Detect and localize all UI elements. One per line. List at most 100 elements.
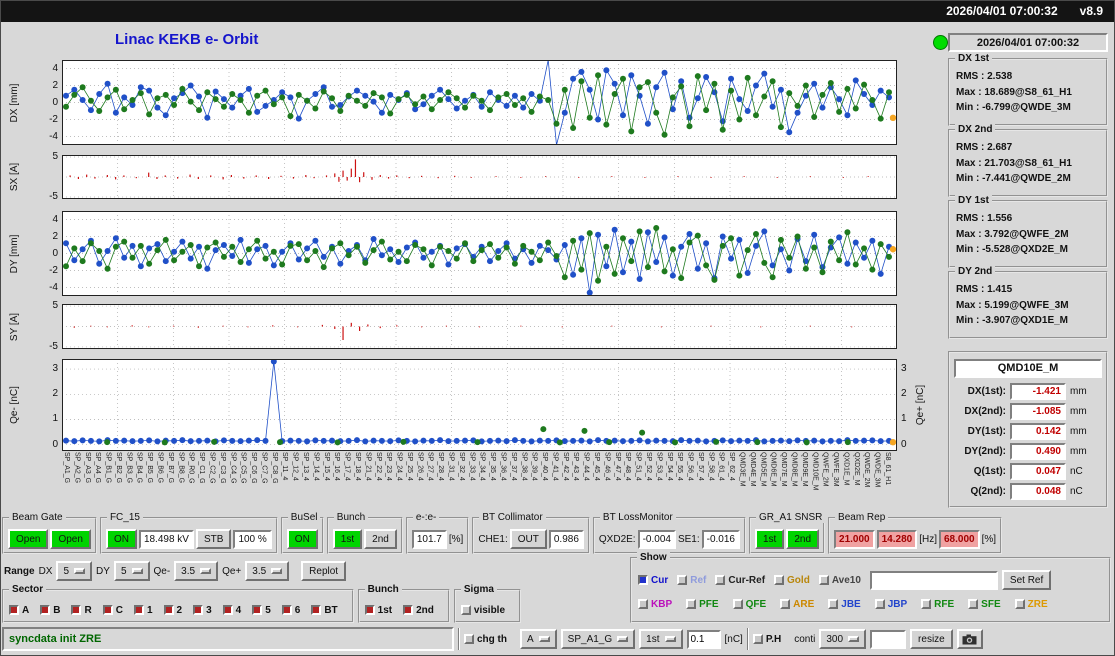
ref-name-input[interactable] bbox=[869, 570, 998, 590]
che1-out-button[interactable]: OUT bbox=[509, 529, 547, 549]
resize-button[interactable]: resize bbox=[910, 629, 953, 649]
bunch-2nd-button[interactable]: 2nd bbox=[364, 529, 397, 549]
bunch-select-dropdown[interactable]: 1st bbox=[639, 629, 683, 649]
x-tick-label: QWFE_3M bbox=[832, 452, 840, 487]
toggle-6[interactable]: 6 bbox=[281, 604, 301, 616]
toggle-gold[interactable]: Gold bbox=[774, 575, 810, 586]
beam-gate-open-2-button[interactable]: Open bbox=[50, 529, 91, 549]
range-dy-dropdown[interactable]: 5 bbox=[113, 561, 150, 581]
checkbox-indicator bbox=[163, 605, 174, 615]
toggle-jbe[interactable]: JBE bbox=[828, 599, 861, 610]
bunch-select-label: Bunch bbox=[364, 584, 402, 595]
busel-on-button[interactable]: ON bbox=[286, 529, 318, 549]
toggle-c[interactable]: C bbox=[102, 605, 123, 616]
range-qem-dropdown[interactable]: 3.5 bbox=[174, 561, 219, 581]
beam-gate-open-1-button[interactable]: Open bbox=[8, 529, 49, 549]
extra-input[interactable] bbox=[870, 629, 907, 649]
toggle-kbp[interactable]: KBP bbox=[638, 599, 672, 610]
ee-ratio-unit: [%] bbox=[448, 533, 464, 545]
toggle-sfe[interactable]: SFE bbox=[968, 599, 1001, 610]
toggle-label: 6 bbox=[294, 604, 301, 616]
conti-label: conti bbox=[794, 633, 816, 645]
toggle-qfe[interactable]: QFE bbox=[732, 599, 766, 610]
x-tick-label: SP_C2_G bbox=[208, 452, 216, 484]
toggle-jbp[interactable]: JBP bbox=[874, 599, 907, 610]
toggle-zre[interactable]: ZRE bbox=[1014, 599, 1048, 610]
toggle-cur[interactable]: Cur bbox=[638, 575, 668, 586]
checkbox-indicator bbox=[638, 575, 648, 585]
fc15-stb-button[interactable]: STB bbox=[195, 529, 232, 549]
monitor-unit: nC bbox=[1070, 486, 1083, 497]
monitor-value: 0.490 bbox=[1010, 443, 1066, 460]
toggle-cur-ref[interactable]: Cur-Ref bbox=[715, 575, 765, 586]
x-tick-label: SP_18_4 bbox=[353, 452, 361, 481]
stat-rms: RMS : 2.538 bbox=[956, 71, 1013, 82]
replot-button[interactable]: Replot bbox=[301, 561, 347, 581]
toggle-ave10[interactable]: Ave10 bbox=[818, 575, 861, 586]
toggle-pfe[interactable]: PFE bbox=[686, 599, 719, 610]
y-tick-label: 0 bbox=[52, 247, 58, 259]
stat-group-label: DX 2nd bbox=[955, 124, 996, 135]
range-dy-label: DY bbox=[96, 565, 110, 577]
snsr-2nd-button[interactable]: 2nd bbox=[786, 529, 820, 549]
x-tick-label: SP_C7_G bbox=[260, 452, 268, 484]
toggle-visible[interactable]: visible bbox=[460, 605, 505, 616]
toggle-r[interactable]: R bbox=[71, 605, 92, 616]
toggle-5[interactable]: 5 bbox=[252, 605, 271, 616]
toggle-label: B bbox=[53, 604, 61, 616]
toggle-4[interactable]: 4 bbox=[222, 605, 241, 616]
toggle-3[interactable]: 3 bbox=[193, 605, 212, 616]
x-tick-label: QWDE_3M bbox=[873, 452, 881, 488]
dropdown-mark-icon bbox=[131, 568, 143, 574]
beam-rep-value-2: 14.280 bbox=[876, 529, 918, 549]
status-timestamp: 2026/04/01 07:00:32 bbox=[948, 33, 1108, 52]
range-qep-dropdown[interactable]: 3.5 bbox=[245, 561, 290, 581]
bpm-select-dropdown[interactable]: SP_A1_G bbox=[560, 629, 636, 649]
x-tick-label: SP_42_4 bbox=[561, 452, 569, 481]
bpm-select-value: SP_A1_G bbox=[567, 633, 613, 645]
camera-button[interactable] bbox=[956, 629, 983, 649]
x-tick-label: SP_43_4 bbox=[572, 452, 580, 481]
x-tick-label: SP_26_4 bbox=[416, 452, 424, 481]
bunch-select-value: 1st bbox=[646, 633, 660, 645]
threshold-input[interactable] bbox=[686, 629, 721, 649]
fc15-group: FC_15 ON 18.498 kV STB 100 % bbox=[99, 512, 278, 554]
toggle-p-h[interactable]: P.H bbox=[752, 634, 781, 645]
x-tick-label: SP_45_4 bbox=[593, 452, 600, 481]
x-tick-label: QWDE_2M bbox=[863, 452, 871, 488]
toggle-1[interactable]: 1 bbox=[133, 605, 153, 616]
checkbox-indicator bbox=[102, 605, 113, 615]
monitor-row: Q(1st): 0.047 nC bbox=[954, 463, 1102, 480]
toggle-chg-th[interactable]: chg th bbox=[464, 634, 507, 645]
plot-qe: Qe- [nC] 3 2 1 0 3 2 1 0 Qe+ [nC] bbox=[4, 359, 944, 451]
bt-lossmonitor-group: BT LossMonitor QXD2E: -0.004 SE1: -0.016 bbox=[592, 512, 746, 554]
toggle-2nd[interactable]: 2nd bbox=[403, 605, 434, 616]
dropdown-mark-icon bbox=[617, 636, 629, 642]
sector-select-dropdown[interactable]: A bbox=[520, 629, 557, 649]
toggle-label: 3 bbox=[206, 604, 212, 616]
toggle-are[interactable]: ARE bbox=[780, 599, 814, 610]
camera-icon bbox=[962, 634, 977, 644]
stat-group-label: DX 1st bbox=[955, 53, 993, 64]
snsr-1st-button[interactable]: 1st bbox=[755, 529, 785, 549]
toggle-2[interactable]: 2 bbox=[163, 605, 182, 616]
toggle-a[interactable]: A bbox=[9, 605, 29, 616]
dropdown-mark-icon bbox=[848, 636, 860, 642]
toggle-1st[interactable]: 1st bbox=[364, 605, 392, 616]
checkbox-indicator bbox=[193, 605, 204, 615]
set-ref-button[interactable]: Set Ref bbox=[1001, 570, 1052, 590]
toggle-ref[interactable]: Ref bbox=[677, 575, 706, 586]
range-dx-dropdown[interactable]: 5 bbox=[56, 561, 93, 581]
toggle-bt[interactable]: BT bbox=[311, 605, 338, 616]
interval-dropdown[interactable]: 300 bbox=[819, 629, 867, 649]
stat-max: Max : 21.703@S8_61_H1 bbox=[956, 157, 1072, 169]
plot-qe-canvas bbox=[62, 359, 897, 451]
toggle-b[interactable]: B bbox=[40, 605, 60, 616]
toggle-rfe[interactable]: RFE bbox=[921, 599, 954, 610]
stat-group-label: DY 1st bbox=[955, 195, 992, 206]
x-tick-label: SP_C4_G bbox=[229, 452, 237, 484]
status-indicator-dot bbox=[933, 35, 948, 50]
fc15-on-button[interactable]: ON bbox=[105, 529, 137, 549]
bunch-1st-button[interactable]: 1st bbox=[332, 529, 363, 549]
x-tick-label: S8_61_H1 bbox=[884, 452, 891, 486]
